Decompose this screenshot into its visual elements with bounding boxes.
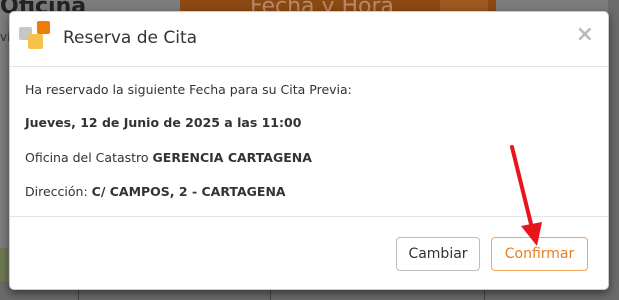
address-value: C/ CAMPOS, 2 - CARTAGENA: [91, 184, 286, 199]
catastro-logo-icon: [19, 21, 53, 55]
office-value: GERENCIA CARTAGENA: [152, 150, 312, 165]
office-label: Oficina del Catastro: [25, 150, 149, 165]
background-right-panel: [608, 0, 619, 300]
modal-header: Reserva de Cita ×: [10, 12, 608, 67]
red-arrow-annotation: [510, 145, 542, 246]
appointment-date: Jueves, 12 de Junio de 2025 a las 11:00: [25, 115, 302, 130]
modal-title: Reserva de Cita: [63, 28, 198, 48]
intro-text: Ha reservado la siguiente Fecha para su …: [25, 82, 352, 97]
change-button[interactable]: Cambiar: [396, 237, 480, 271]
address-label: Dirección:: [25, 184, 88, 199]
office-line: Oficina del Catastro GERENCIA CARTAGENA: [25, 150, 312, 165]
close-icon[interactable]: ×: [576, 24, 594, 46]
address-line: Dirección: C/ CAMPOS, 2 - CARTAGENA: [25, 184, 286, 199]
